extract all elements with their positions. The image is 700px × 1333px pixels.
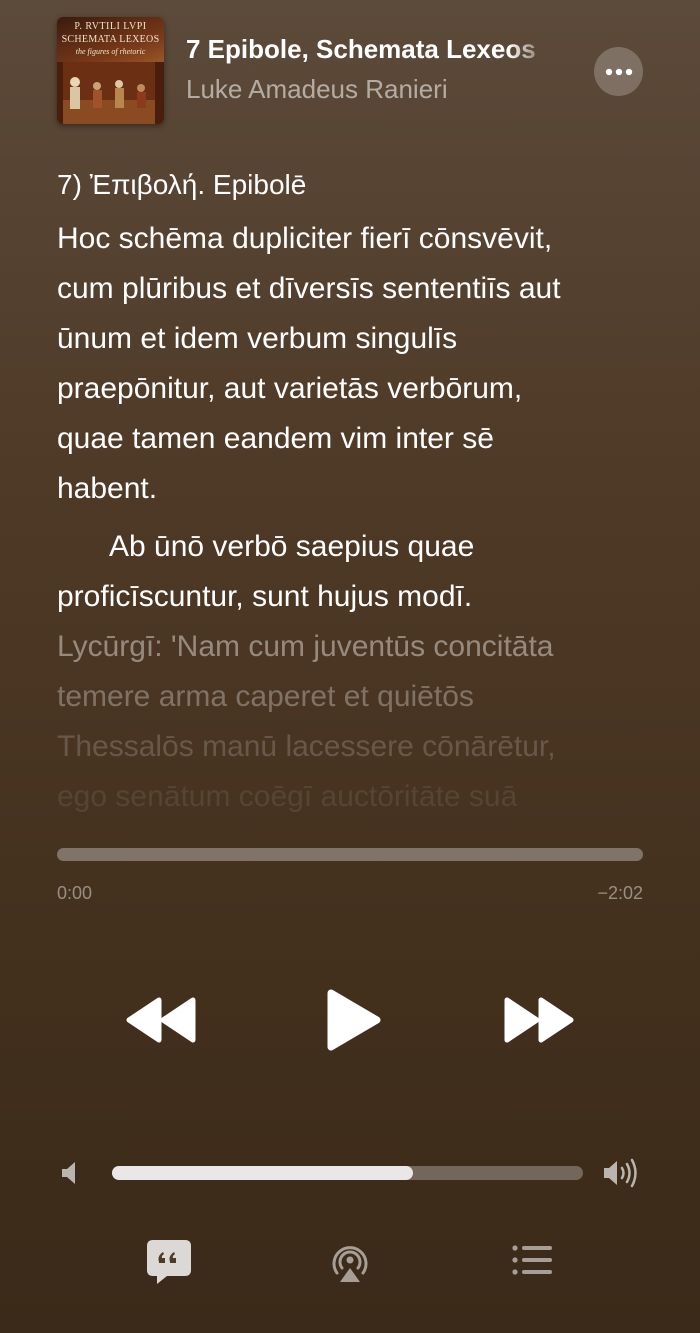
remaining-time: −2:02	[597, 883, 643, 903]
volume-fill	[112, 1166, 414, 1180]
artwork-painting	[57, 62, 164, 124]
rewind-button[interactable]	[120, 985, 200, 1055]
track-artist[interactable]: Luke Amadeus Ranieri	[186, 74, 586, 105]
lyric-line: Hoc schēma dupliciter fierī cōnsvēvit,	[57, 222, 553, 255]
elapsed-time: 0:00	[57, 883, 93, 903]
lyric-line: temere arma caperet et quiētōs	[57, 680, 474, 713]
album-artwork[interactable]: P. RVTILI LVPI SCHEMATA LEXEOS the figur…	[57, 17, 164, 124]
lyrics-paragraph: Ab ūnō verbō saepius quae proficīscuntur…	[57, 522, 657, 822]
ellipsis-icon	[605, 68, 632, 75]
lyric-line: habent.	[57, 472, 158, 505]
track-title[interactable]: 7 Epibole, Schemata Lexeos	[186, 34, 552, 70]
speaker-low-icon	[62, 1162, 75, 1184]
queue-button[interactable]	[510, 1243, 554, 1277]
lyrics-paragraph: Hoc schēma dupliciter fierī cōnsvēvit, c…	[57, 214, 657, 514]
airplay-audio-icon	[332, 1246, 368, 1282]
lyric-line: quae tamen eandem vim inter sē	[57, 422, 494, 455]
lyric-line: Lycūrgī: 'Nam cum juventūs concitāta	[57, 630, 554, 663]
play-button[interactable]	[318, 982, 388, 1058]
lyric-line: Ab ūnō verbō saepius quae	[109, 530, 475, 563]
artwork-author: P. RVTILI LVPI	[74, 21, 147, 32]
speaker-high-icon	[604, 1158, 637, 1188]
lyrics-button[interactable]	[143, 1236, 195, 1288]
lyrics-quote-icon	[147, 1240, 191, 1284]
more-options-button[interactable]	[594, 47, 643, 96]
play-icon	[327, 989, 381, 1051]
volume-slider[interactable]	[112, 1166, 583, 1180]
lyric-line: cum plūribus et dīversīs sententiīs aut	[57, 272, 561, 305]
lyrics-heading: 7) Ἐπιβολή. Epibolē	[57, 169, 307, 200]
lyric-line: Thessalōs manū lacessere cōnārētur,	[57, 730, 556, 763]
lyric-line: ego senātum coēgī auctōritāte suā	[57, 780, 518, 813]
airplay-button[interactable]	[328, 1240, 372, 1284]
lyric-line: proficīscuntur, sunt hujus modī.	[57, 580, 473, 613]
artwork-title: SCHEMATA LEXEOS	[61, 34, 160, 45]
rewind-icon	[126, 997, 196, 1043]
fast-forward-icon	[504, 997, 574, 1043]
lyric-line: ūnum et idem verbum singulīs	[57, 322, 458, 355]
artwork-subtitle: the figures of rhetoric	[75, 47, 146, 56]
fast-forward-button[interactable]	[500, 985, 580, 1055]
playback-progress-bar[interactable]	[57, 848, 643, 861]
now-playing-header: P. RVTILI LVPI SCHEMATA LEXEOS the figur…	[0, 0, 700, 140]
lyric-line: praepōnitur, aut varietās verbōrum,	[57, 372, 523, 405]
queue-list-icon	[512, 1245, 552, 1275]
lyrics-panel[interactable]: 7) Ἐπιβολή. Epibolē Hoc schēma duplicite…	[57, 160, 657, 825]
